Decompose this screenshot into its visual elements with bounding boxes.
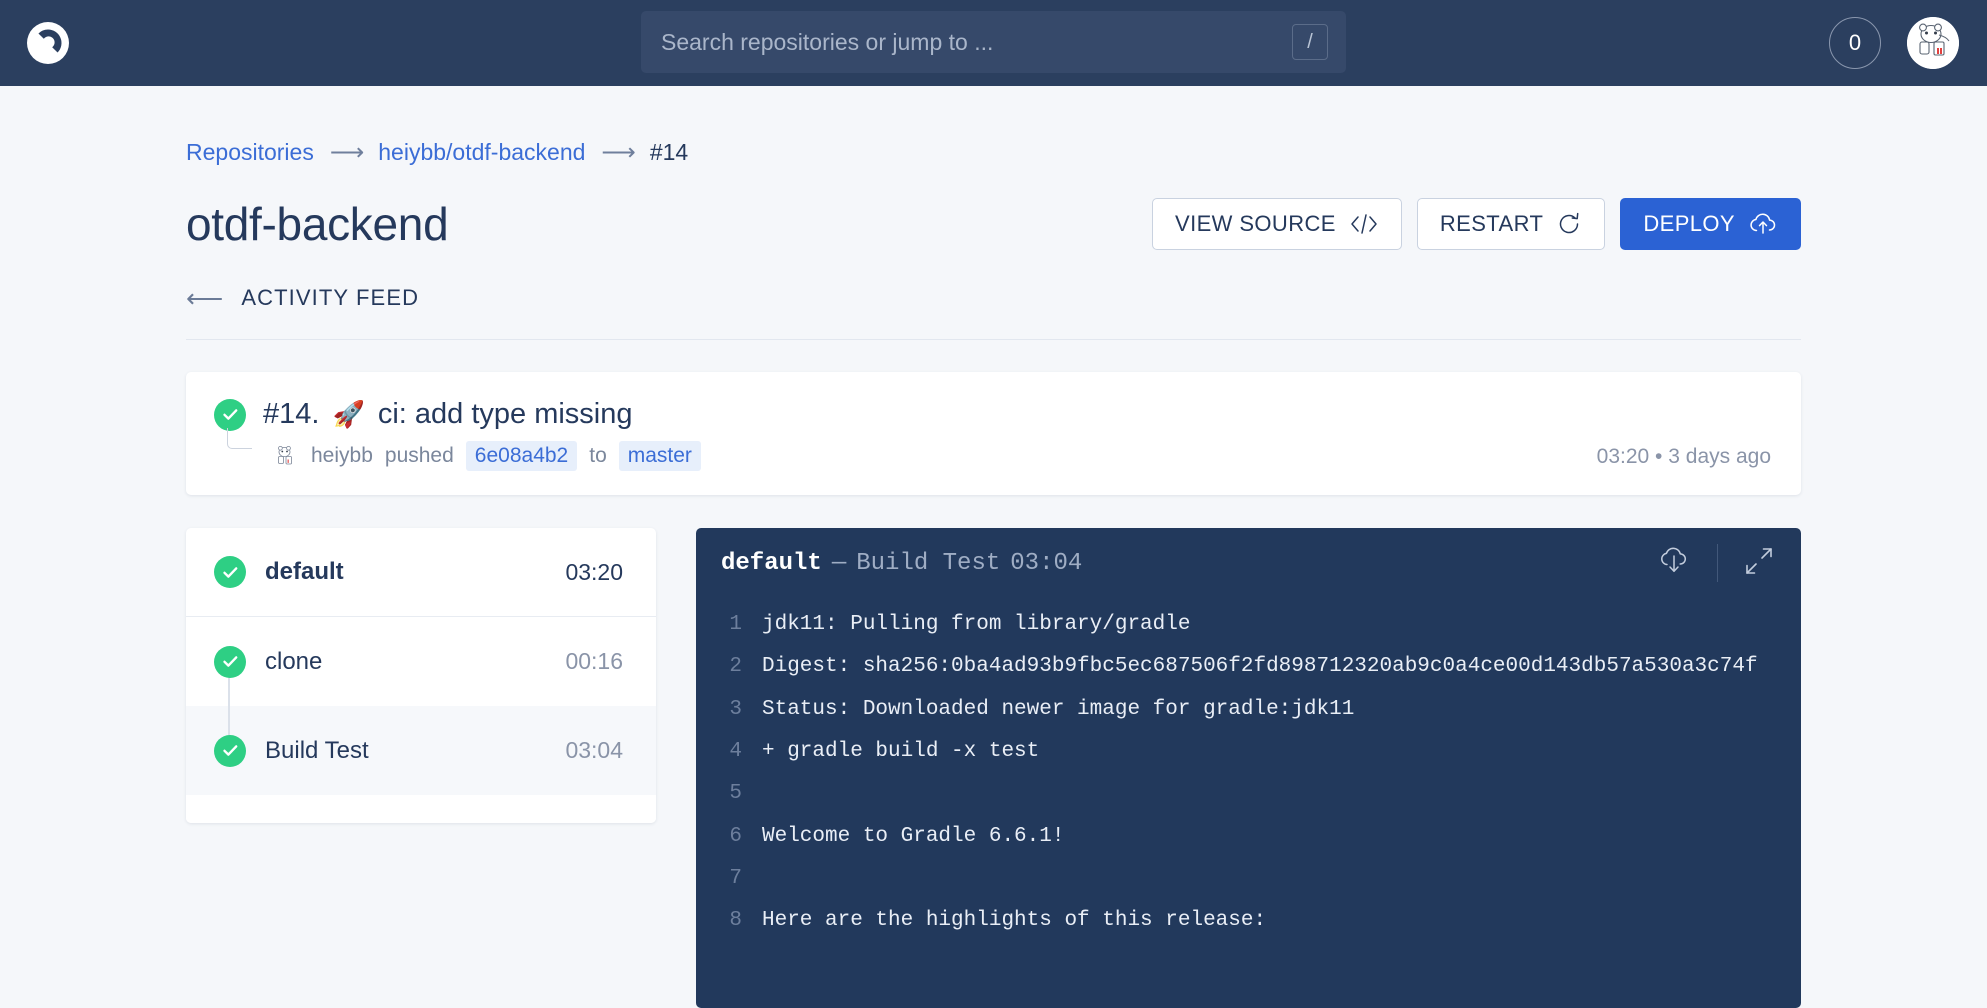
build-preposition: to [589, 444, 607, 467]
step-name: clone [265, 647, 323, 675]
page-title: otdf-backend [186, 198, 449, 250]
log-line: 2 Digest: sha256:0ba4ad93b9fbc5ec687506f… [696, 646, 1801, 688]
log-line-text: Here are the highlights of this release: [762, 909, 1267, 933]
status-success-icon [214, 645, 246, 678]
restart-button[interactable]: RESTART [1416, 198, 1606, 250]
breadcrumb-build: #14 [649, 139, 689, 165]
tree-elbow-icon [227, 428, 252, 449]
step-name: default [265, 558, 344, 585]
step-row[interactable]: clone 00:16 [186, 617, 656, 706]
search-shortcut-key: / [1292, 24, 1328, 60]
log-stage-name: default [721, 549, 822, 577]
log-line-number: 4 [729, 740, 742, 764]
log-panel: default — Build Test 03:04 1 jdk11: Pull… [696, 528, 1801, 1008]
breadcrumb-repo[interactable]: heiybb/otdf-backend [378, 139, 585, 166]
expand-icon[interactable] [1744, 546, 1774, 581]
step-row[interactable]: default 03:20 [186, 528, 656, 617]
drone-logo-icon[interactable] [25, 20, 71, 66]
log-step-name: Build Test [856, 549, 1001, 577]
build-detail-area: default 03:20 clone 00:16 Build Test 03:… [186, 528, 1801, 1008]
log-line-text: + gradle build -x test [762, 740, 1040, 764]
log-line: 4 + gradle build -x test [696, 731, 1801, 773]
build-title: #14. 🚀 ci: add type missing [263, 398, 633, 431]
log-line: 3 Status: Downloaded newer image for gra… [696, 689, 1801, 731]
log-duration: 03:04 [1010, 549, 1083, 577]
commit-sha-chip[interactable]: 6e08a4b2 [465, 441, 578, 471]
step-name: Build Test [265, 736, 369, 764]
log-line-number: 8 [729, 909, 742, 933]
avatar[interactable] [1907, 17, 1959, 69]
log-line-text: jdk11: Pulling from library/gradle [762, 613, 1191, 636]
status-success-icon [214, 734, 246, 767]
log-line-text: Status: Downloaded newer image for gradl… [762, 697, 1355, 721]
step-duration: 00:16 [565, 648, 623, 674]
status-success-icon [214, 556, 246, 588]
breadcrumb: Repositories ⟶ heiybb/otdf-backend ⟶ #14 [186, 86, 1801, 167]
steps-list-footer [186, 795, 656, 823]
page-content: Repositories ⟶ heiybb/otdf-backend ⟶ #14… [0, 86, 1987, 1008]
top-navbar: / 0 [0, 0, 1987, 86]
code-brackets-icon [1349, 212, 1379, 236]
header-actions: VIEW SOURCE RESTART DEPLOY [1152, 198, 1801, 250]
log-line: 7 [696, 858, 1801, 900]
log-line-number: 6 [729, 824, 742, 848]
steps-list: default 03:20 clone 00:16 Build Test 03:… [186, 528, 656, 823]
log-line-number: 2 [729, 655, 742, 679]
back-arrow-icon: ⟵ [186, 283, 225, 313]
build-head: #14. 🚀 ci: add type missing [214, 398, 1771, 431]
step-duration: 03:04 [565, 737, 623, 763]
time-separator-dot: • [1655, 445, 1663, 468]
cloud-download-icon[interactable] [1657, 544, 1691, 583]
build-summary-card[interactable]: #14. 🚀 ci: add type missing heiybb pushe… [186, 372, 1801, 495]
cloud-upload-icon [1748, 211, 1778, 237]
author-avatar [272, 442, 299, 470]
status-success-icon [214, 398, 246, 431]
log-line: 8 Here are the highlights of this releas… [696, 900, 1801, 942]
navbar-right-group: 0 [1829, 17, 1959, 69]
build-number: #14. [263, 398, 320, 430]
activity-feed-label: ACTIVITY FEED [241, 285, 420, 310]
log-line-number: 1 [729, 613, 742, 636]
refresh-icon [1556, 211, 1582, 237]
log-line-number: 3 [729, 697, 742, 721]
build-timestamp: 03:20 • 3 days ago [1597, 445, 1771, 469]
activity-feed-link[interactable]: ⟵ ACTIVITY FEED [186, 285, 1801, 340]
search-input[interactable] [659, 27, 1292, 57]
build-author: heiybb [311, 444, 373, 467]
step-duration: 03:20 [565, 558, 623, 585]
view-source-label: VIEW SOURCE [1175, 211, 1336, 236]
log-line: 1 jdk11: Pulling from library/gradle [696, 604, 1801, 646]
restart-label: RESTART [1439, 211, 1544, 236]
breadcrumb-repositories[interactable]: Repositories [186, 139, 314, 166]
notification-count-badge[interactable]: 0 [1829, 17, 1881, 69]
view-source-button[interactable]: VIEW SOURCE [1152, 198, 1402, 250]
build-relative-time: 3 days ago [1668, 445, 1771, 468]
log-line: 5 [696, 773, 1801, 815]
log-line: 6 Welcome to Gradle 6.6.1! [696, 816, 1801, 858]
log-line-text: Digest: sha256:0ba4ad93b9fbc5ec687506f2f… [762, 655, 1758, 679]
log-output[interactable]: 1 jdk11: Pulling from library/gradle 2 D… [696, 598, 1801, 943]
page-header: otdf-backend VIEW SOURCE RESTART DEPLOY [186, 197, 1801, 251]
log-panel-actions [1657, 544, 1774, 583]
build-action: pushed [384, 444, 454, 467]
breadcrumb-separator-icon: ⟶ [601, 139, 635, 166]
search-bar[interactable]: / [641, 11, 1346, 73]
rocket-icon: 🚀 [332, 399, 365, 429]
log-panel-header: default — Build Test 03:04 [696, 528, 1801, 598]
log-line-text: Welcome to Gradle 6.6.1! [762, 824, 1065, 848]
log-dash: — [831, 549, 847, 577]
deploy-button[interactable]: DEPLOY [1620, 198, 1801, 250]
deploy-label: DEPLOY [1643, 211, 1735, 236]
breadcrumb-separator-icon: ⟶ [329, 139, 364, 166]
branch-chip[interactable]: master [618, 441, 701, 471]
log-line-number: 5 [729, 782, 742, 806]
step-row[interactable]: Build Test 03:04 [186, 706, 656, 795]
log-line-number: 7 [729, 867, 742, 891]
build-meta: heiybb pushed 6e08a4b2 to master [227, 428, 1771, 471]
build-time: 03:20 [1596, 445, 1650, 468]
build-message: ci: add type missing [377, 398, 633, 430]
log-actions-divider [1717, 544, 1718, 582]
